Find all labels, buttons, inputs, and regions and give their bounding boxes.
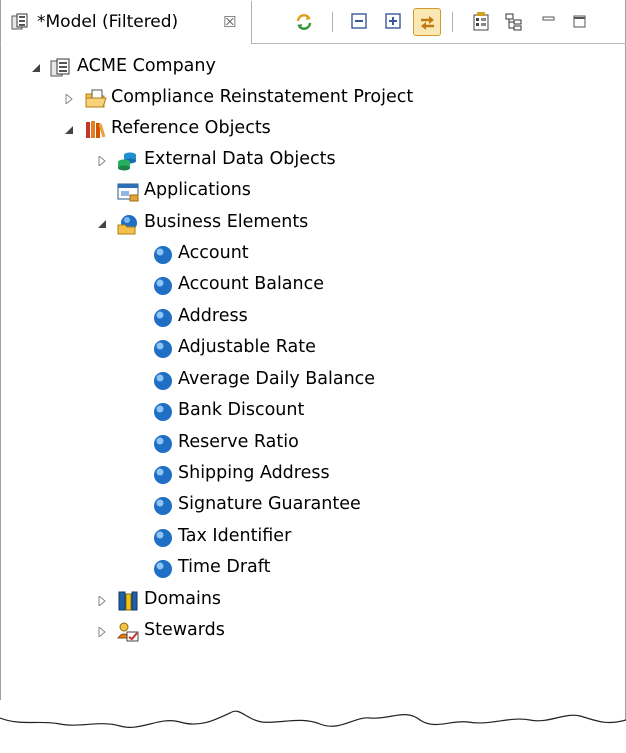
tree-item-label: Stewards <box>144 620 225 640</box>
tree-item-label: Domains <box>144 589 222 609</box>
maximize-icon[interactable] <box>566 8 594 36</box>
tree-item-external-data-objects[interactable]: External Data Objects <box>0 146 626 176</box>
library-books-icon <box>84 119 106 141</box>
tree-item-label: ACME Company <box>77 56 216 76</box>
business-element-ball-icon <box>152 527 174 549</box>
business-element-ball-icon <box>152 338 174 360</box>
tree-item-label: Signature Guarantee <box>178 494 361 514</box>
tree-item-label: Business Elements <box>144 212 309 232</box>
tree-item-label: Adjustable Rate <box>178 337 316 357</box>
expanded-arrow-icon[interactable] <box>31 53 43 83</box>
business-element-ball-icon <box>152 307 174 329</box>
tree-item-stewards[interactable]: Stewards <box>0 617 626 647</box>
torn-edge-decoration <box>0 710 626 753</box>
collapsed-arrow-icon[interactable] <box>97 617 109 647</box>
business-elements-folder-icon <box>117 213 139 235</box>
tab-title: *Model (Filtered) <box>37 12 179 32</box>
collapsed-arrow-icon[interactable] <box>64 84 76 114</box>
project-folder-icon <box>84 88 107 110</box>
tree-item-label: Address <box>178 306 248 326</box>
business-element-ball-icon <box>152 464 174 486</box>
tree-item-business-elements[interactable]: Business Elements <box>0 209 626 239</box>
tree-item-element[interactable]: Bank Discount <box>0 397 626 427</box>
model-view-panel: *Model (Filtered) ☒ ACME Company Complia… <box>0 0 626 753</box>
tree-item-element[interactable]: Signature Guarantee <box>0 491 626 521</box>
tab-model-filtered[interactable]: *Model (Filtered) ☒ <box>1 1 252 44</box>
tree-item-element[interactable]: Average Daily Balance <box>0 366 626 396</box>
view-tabbar: *Model (Filtered) ☒ <box>0 0 626 44</box>
tree-item-label: Time Draft <box>178 557 271 577</box>
tree-item-label: Reference Objects <box>111 118 271 138</box>
tree-item-label: Applications <box>144 180 251 200</box>
expanded-arrow-icon[interactable] <box>64 115 76 145</box>
close-x-icon[interactable]: ☒ <box>223 13 236 31</box>
filter-icon[interactable] <box>467 8 495 36</box>
collapsed-arrow-icon[interactable] <box>97 146 109 176</box>
business-element-ball-icon <box>152 558 174 580</box>
collapsed-arrow-icon[interactable] <box>97 586 109 616</box>
model-icon <box>50 57 72 79</box>
business-element-ball-icon <box>152 370 174 392</box>
hierarchy-icon[interactable] <box>500 8 528 36</box>
tree-item-element[interactable]: Adjustable Rate <box>0 334 626 364</box>
business-element-ball-icon <box>152 495 174 517</box>
tree-item-element[interactable]: Time Draft <box>0 554 626 584</box>
tree-item-applications[interactable]: Applications <box>0 177 626 207</box>
tree-item-label: Shipping Address <box>178 463 330 483</box>
database-link-icon <box>117 150 139 172</box>
tree-item-label: Reserve Ratio <box>178 432 299 452</box>
tree-item-acme-company[interactable]: ACME Company <box>0 53 626 83</box>
toolbar-separator <box>452 12 453 32</box>
tree-item-domains[interactable]: Domains <box>0 586 626 616</box>
application-window-icon <box>117 181 139 203</box>
minimize-icon[interactable] <box>535 8 563 36</box>
link-with-editor-icon[interactable] <box>413 8 441 36</box>
toolbar-separator <box>332 12 333 32</box>
business-element-ball-icon <box>152 244 174 266</box>
tree-item-element[interactable]: Address <box>0 303 626 333</box>
tree-item-reference-objects[interactable]: Reference Objects <box>0 115 626 145</box>
tree-item-label: Account Balance <box>178 274 325 294</box>
collapse-all-icon[interactable] <box>346 8 374 36</box>
tree-item-element[interactable]: Account <box>0 240 626 270</box>
tree-item-label: Compliance Reinstatement Project <box>111 87 414 107</box>
expand-all-icon[interactable] <box>380 8 408 36</box>
tree-item-label: External Data Objects <box>144 149 336 169</box>
tree-item-element[interactable]: Tax Identifier <box>0 523 626 553</box>
expanded-arrow-icon[interactable] <box>97 209 109 239</box>
business-element-ball-icon <box>152 275 174 297</box>
tree-item-element[interactable]: Account Balance <box>0 271 626 301</box>
stewards-icon <box>116 621 139 643</box>
tree-item-label: Tax Identifier <box>178 526 292 546</box>
tree-item-label: Bank Discount <box>178 400 305 420</box>
sync-icon[interactable] <box>290 8 318 36</box>
model-icon <box>11 13 29 31</box>
tree-item-project[interactable]: Compliance Reinstatement Project <box>0 84 626 114</box>
business-element-ball-icon <box>152 433 174 455</box>
business-element-ball-icon <box>152 401 174 423</box>
tree-item-label: Account <box>178 243 249 263</box>
tree-item-label: Average Daily Balance <box>178 369 376 389</box>
domains-icon <box>117 590 139 612</box>
tree-item-element[interactable]: Shipping Address <box>0 460 626 490</box>
tree-item-element[interactable]: Reserve Ratio <box>0 429 626 459</box>
